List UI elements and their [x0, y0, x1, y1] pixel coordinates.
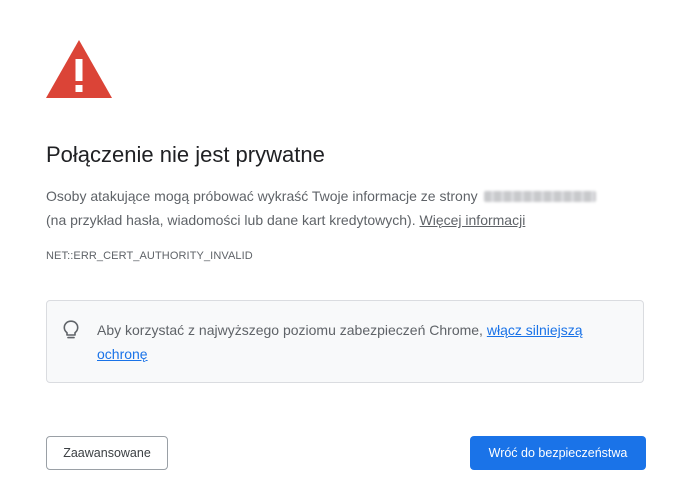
warning-description: Osoby atakujące mogą próbować wykraść Tw…	[46, 184, 646, 232]
enhanced-protection-box: Aby korzystać z najwyższego poziomu zabe…	[46, 300, 644, 383]
description-line-1: Osoby atakujące mogą próbować wykraść Tw…	[46, 184, 646, 208]
description-text-1: Osoby atakujące mogą próbować wykraść Tw…	[46, 188, 478, 204]
description-line-2: (na przykład hasła, wiadomości lub dane …	[46, 208, 646, 232]
lightbulb-icon	[63, 320, 79, 339]
back-to-safety-button[interactable]: Wróć do bezpieczeństwa	[470, 436, 646, 470]
warning-triangle-icon	[46, 40, 112, 98]
privacy-error-page: Połączenie nie jest prywatne Osoby ataku…	[0, 0, 695, 492]
blurred-hostname	[483, 191, 596, 202]
page-title: Połączenie nie jest prywatne	[46, 142, 325, 167]
error-code: NET::ERR_CERT_AUTHORITY_INVALID	[46, 250, 253, 262]
description-text-2: (na przykład hasła, wiadomości lub dane …	[46, 212, 416, 228]
enhanced-protection-text: Aby korzystać z najwyższego poziomu zabe…	[97, 318, 617, 366]
learn-more-link[interactable]: Więcej informacji	[420, 212, 526, 228]
enhanced-protection-message: Aby korzystać z najwyższego poziomu zabe…	[97, 322, 483, 338]
advanced-button[interactable]: Zaawansowane	[46, 436, 168, 470]
